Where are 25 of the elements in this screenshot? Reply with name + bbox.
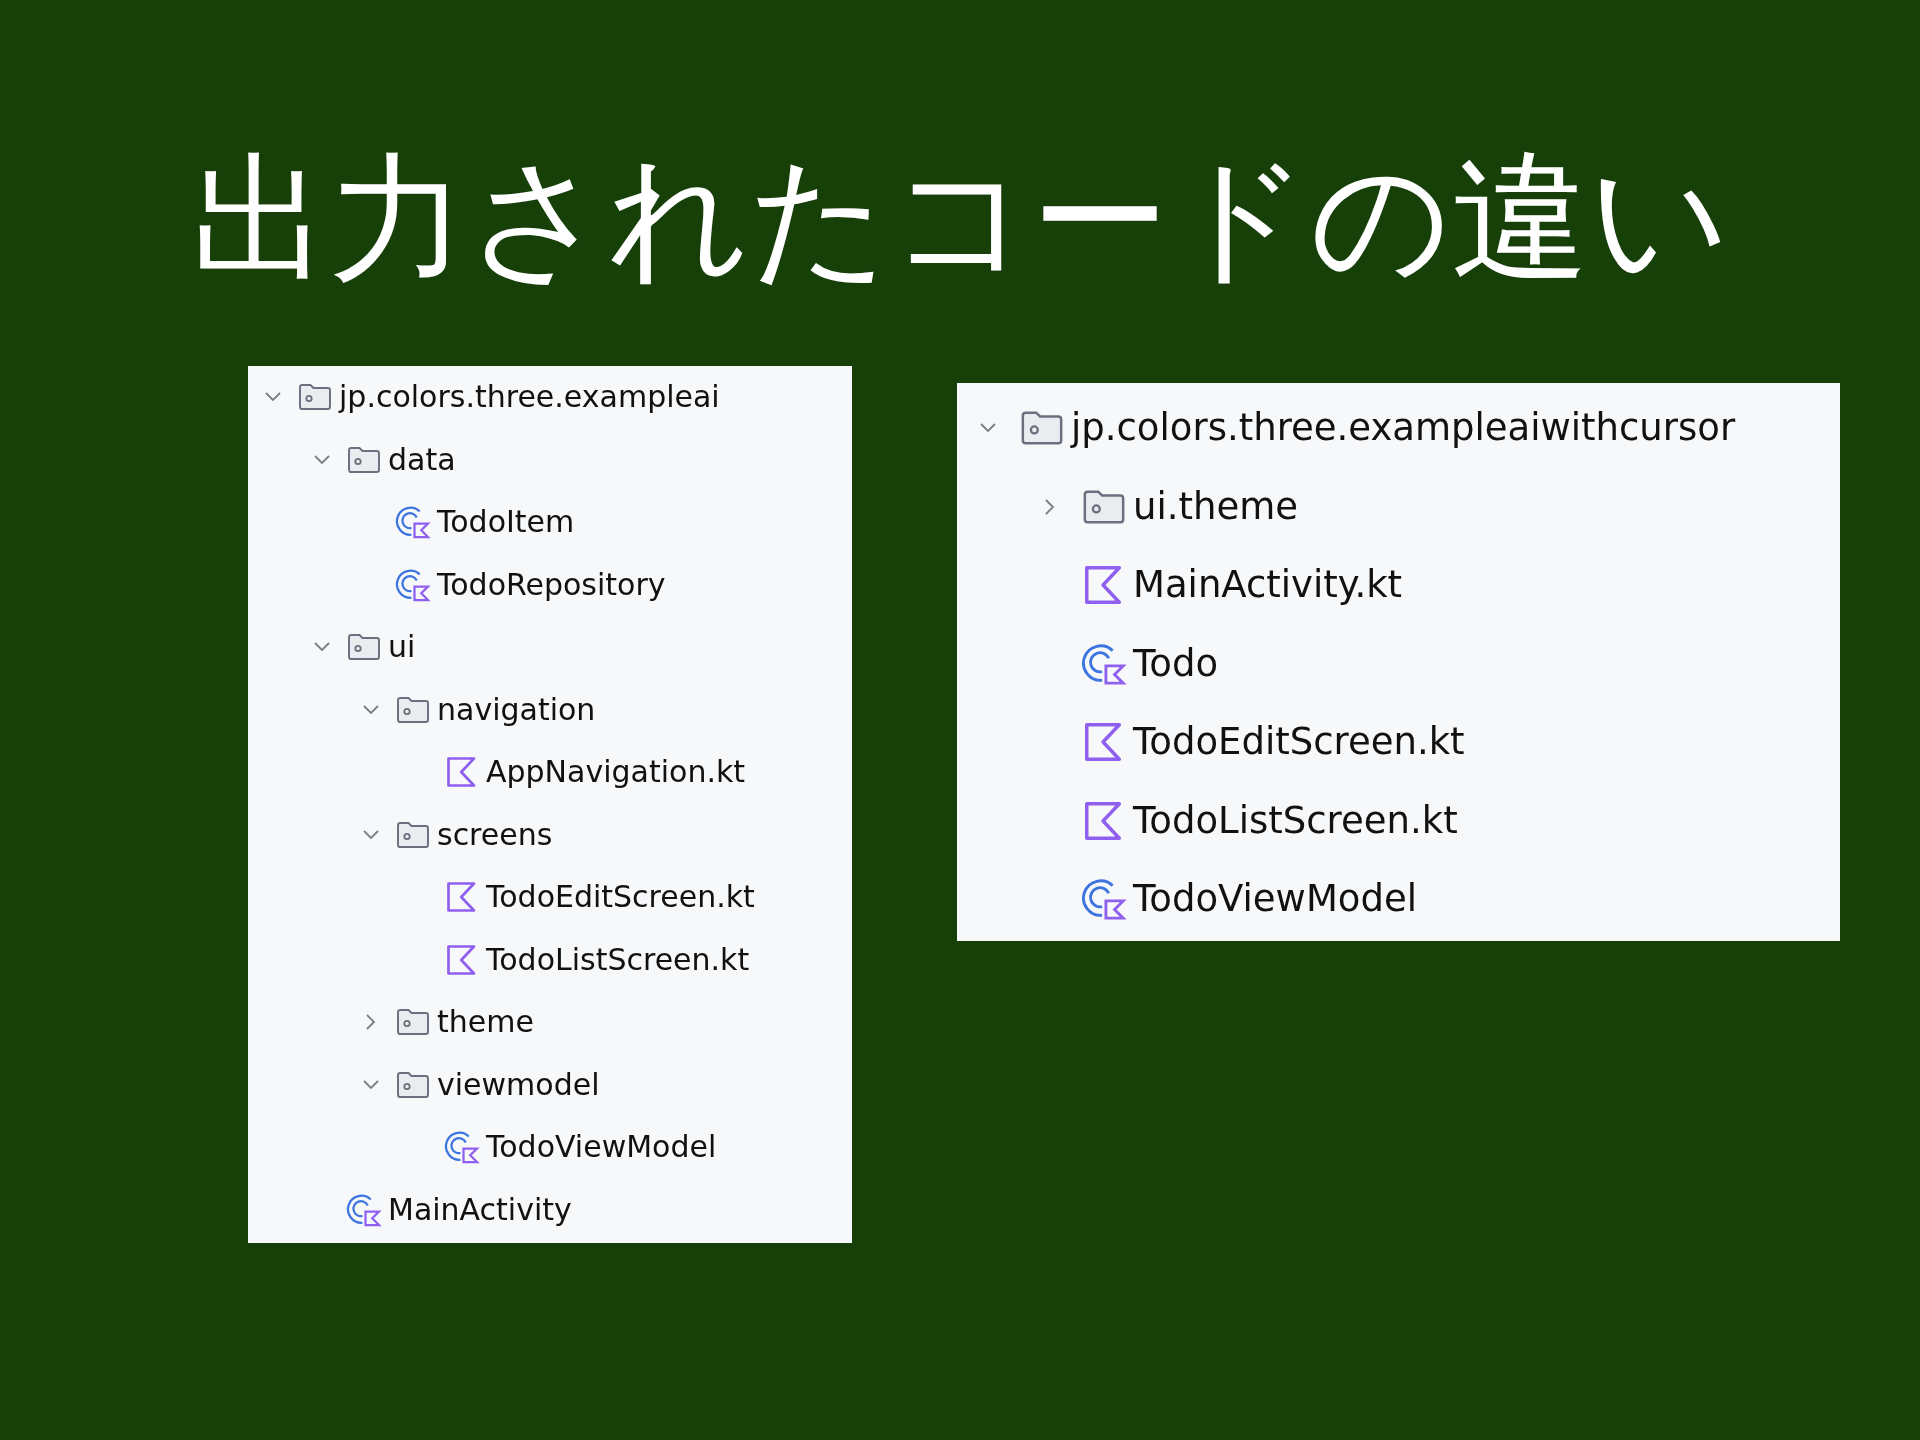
- tree-item-label[interactable]: TodoEditScreen.kt: [486, 879, 755, 916]
- tree-item-label[interactable]: navigation: [437, 691, 596, 728]
- tree-item-label[interactable]: data: [388, 441, 456, 478]
- tree-item-label[interactable]: viewmodel: [437, 1066, 600, 1103]
- tree-item-label[interactable]: AppNavigation.kt: [486, 754, 746, 791]
- tree-item-label[interactable]: jp.colors.three.exampleaiwithcursor: [1071, 406, 1736, 451]
- kotlin-class-icon: [395, 504, 431, 541]
- tree-item-label[interactable]: TodoViewModel: [1133, 877, 1417, 922]
- tree-item-label[interactable]: TodoRepository: [437, 566, 666, 603]
- kotlin-class-icon: [444, 1129, 480, 1166]
- tree-item-label[interactable]: ui.theme: [1133, 484, 1299, 529]
- tree-item-label[interactable]: TodoListScreen.kt: [1133, 798, 1458, 843]
- tree-item-label[interactable]: theme: [437, 1004, 534, 1041]
- kotlin-class-icon: [1081, 876, 1127, 923]
- tree-item-label[interactable]: TodoListScreen.kt: [486, 941, 750, 978]
- tree-item-label[interactable]: screens: [437, 816, 553, 853]
- tree-item-label[interactable]: MainActivity: [388, 1191, 572, 1228]
- tree-item-label[interactable]: jp.colors.three.exampleai: [339, 379, 720, 416]
- tree-item-label[interactable]: TodoItem: [437, 504, 575, 541]
- tree-item-label[interactable]: Todo: [1133, 641, 1219, 686]
- tree-item-label[interactable]: TodoViewModel: [486, 1129, 717, 1166]
- tree-item-label[interactable]: ui: [388, 629, 416, 666]
- tree-item-label[interactable]: MainActivity.kt: [1133, 563, 1403, 608]
- slide-title: 出力されたコードの違い: [189, 137, 1731, 288]
- tree-item-label[interactable]: TodoEditScreen.kt: [1133, 720, 1465, 765]
